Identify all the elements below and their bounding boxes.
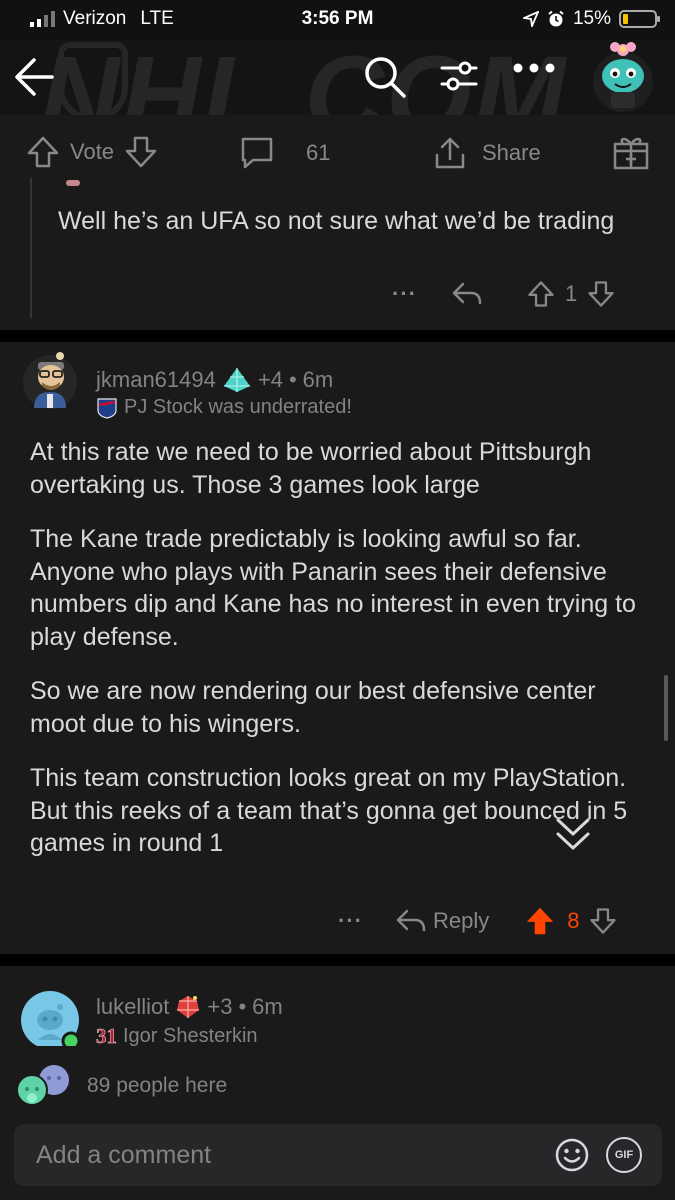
status-bar: Verizon LTE 3:56 PM 15% (0, 0, 675, 40)
comment-divider (0, 954, 675, 966)
diamond-award-icon (223, 368, 250, 392)
meta-separator: • (288, 367, 297, 392)
comment-paragraph: At this rate we need to be worried about… (30, 438, 592, 499)
header-background-logo: NHL.COM (40, 40, 568, 115)
reply-button[interactable]: Reply (433, 908, 489, 934)
location-icon (522, 11, 539, 27)
share-icon (435, 137, 465, 169)
downvote-icon[interactable] (587, 280, 615, 308)
upvote-active-icon[interactable] (525, 906, 555, 936)
reply-comment: Well he’s an UFA so not sure what we’d b… (0, 178, 675, 330)
user-flair: PJ Stock was underrated! (96, 396, 352, 419)
people-avatars-icon (16, 1065, 69, 1106)
comment-input-container: GIF (14, 1124, 662, 1186)
comment-icon (241, 137, 273, 169)
karma-badge: +3 (207, 994, 233, 1019)
gif-button[interactable]: GIF (606, 1137, 642, 1173)
thread-line[interactable] (30, 178, 32, 318)
search-icon[interactable] (362, 54, 408, 100)
username[interactable]: lukelliot (96, 994, 169, 1020)
comment-meta: lukelliot +3 • 6m (96, 994, 283, 1020)
share-button[interactable]: Share (432, 135, 541, 171)
gif-label: GIF (614, 1149, 634, 1161)
comment-input[interactable] (36, 1134, 536, 1176)
share-label: Share (482, 140, 541, 165)
battery-percent: 15% (572, 8, 611, 29)
user-avatar-icon[interactable] (588, 40, 658, 112)
reply-comment-text: Well he’s an UFA so not sure what we’d b… (58, 207, 615, 235)
vote-label: Vote (70, 139, 115, 164)
rangers-logo-icon (97, 397, 117, 419)
next-comment: lukelliot +3 • 6m 31 Igor Shesterkin (0, 966, 675, 1051)
comments-button[interactable]: 61 (238, 135, 330, 171)
more-icon[interactable] (512, 62, 556, 74)
more-button[interactable]: ··· (338, 908, 363, 934)
emoji-icon[interactable] (554, 1137, 590, 1173)
downvote-icon[interactable] (589, 907, 617, 935)
alarm-icon (548, 10, 564, 27)
main-comment: jkman61494 +4 • 6m PJ Stock was underrat… (0, 342, 675, 954)
scrollbar-thumb[interactable] (664, 675, 668, 741)
subreddit-header: NHL.COM (0, 40, 675, 115)
reply-avatar-edge (66, 180, 80, 186)
reply-icon (396, 909, 426, 932)
reply-more-button[interactable]: ··· (392, 281, 417, 307)
vote-control: Vote (26, 135, 158, 169)
flair-text: PJ Stock was underrated! (124, 396, 352, 418)
comment-input-bar: GIF (0, 1110, 675, 1200)
comment-count: 61 (306, 140, 331, 165)
main-comment-actions: ··· Reply 8 (338, 906, 617, 936)
comment-time: 6m (252, 994, 283, 1019)
status-right: 15% (522, 8, 660, 30)
sort-icon[interactable] (440, 56, 478, 96)
username[interactable]: jkman61494 (96, 367, 216, 393)
upvote-icon[interactable] (26, 135, 60, 169)
user-avatar[interactable] (20, 990, 82, 1052)
user-avatar[interactable] (20, 350, 80, 410)
downvote-icon[interactable] (124, 135, 158, 169)
reply-comment-actions: ··· 1 (392, 280, 615, 308)
ruby-award-icon (177, 996, 200, 1018)
karma-badge: +4 (257, 367, 283, 392)
comment-paragraph: The Kane trade predictably is looking aw… (30, 525, 636, 651)
flair-text: Igor Shesterkin (123, 1025, 258, 1047)
award-icon[interactable] (612, 133, 650, 171)
meta-separator: • (238, 994, 247, 1019)
comment-meta: jkman61494 +4 • 6m (96, 366, 333, 394)
comment-divider (0, 330, 675, 342)
comment-time: 6m (302, 367, 334, 392)
battery-icon (619, 10, 660, 28)
presence-bar: 89 people here (0, 1046, 675, 1110)
upvote-icon[interactable] (527, 280, 555, 308)
collapse-chevrons-icon[interactable] (552, 812, 594, 856)
reply-score: 1 (564, 281, 578, 306)
back-arrow-icon[interactable] (12, 54, 58, 100)
reply-icon[interactable] (451, 281, 483, 307)
comment-paragraph: So we are now rendering our best defensi… (30, 677, 596, 738)
comment-score: 8 (567, 908, 580, 933)
presence-count: 89 people here (87, 1074, 228, 1097)
